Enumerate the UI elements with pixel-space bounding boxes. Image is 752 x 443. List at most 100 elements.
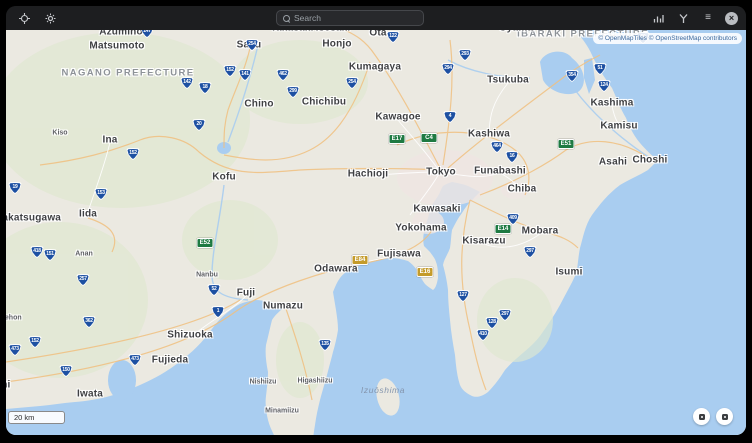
town-label: Kiso (52, 130, 67, 137)
city-label: Nakatsugawa (6, 213, 61, 224)
route-shield: 4 (444, 111, 457, 123)
route-shield: 410 (477, 329, 490, 341)
screen-background: ≡ × (0, 0, 752, 443)
prefecture-label: NAGANO PREFECTURE (61, 68, 194, 79)
search-input[interactable] (294, 13, 417, 23)
route-shield: 297 (524, 246, 537, 258)
scale-label: 20 km (14, 413, 34, 422)
route-shield: 1 (212, 306, 225, 318)
city-label: Kashima (590, 98, 633, 109)
city-label: Ota (369, 30, 386, 39)
route-shield: 124 (598, 80, 611, 92)
route-shield: 294 (442, 63, 455, 75)
city-label: Kashiwa (468, 129, 510, 140)
route-shield: 257 (77, 274, 90, 286)
expressway-shield: E52 (197, 238, 214, 248)
titlebar: ≡ × (6, 6, 746, 30)
route-shield: 122 (387, 31, 400, 43)
city-label: Funabashi (474, 166, 526, 177)
route-shield: 16 (506, 151, 519, 163)
city-label: Tokyo (426, 167, 456, 178)
route-shield: 127 (457, 290, 470, 302)
city-label: Matsumoto (89, 41, 144, 52)
town-label: Nanbu (196, 272, 218, 279)
town-label: Minamiizu (265, 408, 299, 415)
city-label: Kawasaki (413, 204, 460, 215)
titlebar-right-controls: ≡ × (650, 6, 738, 30)
titlebar-left-controls (16, 6, 58, 30)
stats-icon[interactable] (650, 10, 666, 26)
city-label: Isesaki (316, 30, 351, 34)
city-label: Iwata (77, 389, 103, 400)
route-shield: 151 (44, 249, 57, 261)
route-shield: 19 (9, 182, 22, 194)
city-label: Yokohama (395, 223, 446, 234)
square-icon (722, 414, 728, 420)
expressway-shield: C4 (421, 133, 438, 143)
route-shield: 152 (29, 336, 42, 348)
expressway-shield: E84 (352, 255, 369, 265)
route-shield: 293 (459, 49, 472, 61)
route-shield: 464 (491, 141, 504, 153)
map-control-left-button[interactable] (693, 408, 710, 425)
route-shield: 297 (499, 309, 512, 321)
route-shield: 299 (287, 86, 300, 98)
city-label: Chichibu (302, 97, 346, 108)
square-icon (699, 414, 705, 420)
map-control-right-button[interactable] (716, 408, 733, 425)
city-label: Odawara (314, 264, 358, 275)
city-label: Iida (79, 209, 97, 220)
city-label: Kawagoe (375, 112, 420, 123)
island-label: Izuōshima (361, 385, 405, 395)
route-shield: 362 (83, 316, 96, 328)
menu-icon[interactable]: ≡ (700, 10, 716, 26)
map-canvas[interactable]: NAGANO PREFECTUREIBARAKI PREFECTUREAzumi… (6, 30, 746, 435)
expressway-shield: E17 (389, 134, 406, 144)
expressway-shield: E16 (417, 267, 434, 277)
city-label: Azumino (99, 30, 143, 38)
city-label: Mobara (522, 226, 559, 237)
city-label: Fujisawa (377, 249, 421, 260)
city-label: Fujieda (152, 355, 188, 366)
route-icon[interactable] (675, 10, 691, 26)
settings-icon[interactable] (42, 10, 58, 26)
city-label: Honjo (322, 39, 351, 50)
city-label: Shizuoka (167, 330, 213, 341)
scale-bar: 20 km (8, 411, 65, 424)
route-shield: 18 (199, 82, 212, 94)
route-shield: 52 (208, 284, 221, 296)
route-shield: 135 (319, 339, 332, 351)
route-shield: 254 (346, 77, 359, 89)
town-label: Kawanehon (6, 315, 22, 322)
map-attribution: © OpenMapTiles © OpenStreetMap contribut… (593, 33, 742, 44)
route-shield: 20 (193, 119, 206, 131)
city-label: Kofu (212, 172, 236, 183)
city-label: Tsukuba (487, 75, 529, 86)
locate-icon[interactable] (16, 10, 32, 26)
route-shield: 152 (127, 148, 140, 160)
city-label: Oyama (499, 30, 533, 34)
route-shield: 153 (95, 188, 108, 200)
city-label: Ina (102, 135, 117, 146)
town-label: Higashiizu (297, 378, 332, 385)
search-box[interactable] (276, 10, 424, 26)
expressway-shield: E14 (495, 224, 512, 234)
route-shield: 142 (181, 77, 194, 89)
city-label: Kamisu (600, 121, 637, 132)
route-shield: 51 (594, 63, 607, 75)
city-label: Asahi (599, 157, 627, 168)
city-label: Takasaki (270, 30, 313, 34)
close-icon[interactable]: × (725, 12, 738, 25)
search-icon (283, 15, 290, 22)
map-overlays: NAGANO PREFECTUREIBARAKI PREFECTUREAzumi… (6, 30, 746, 435)
route-shield: 128 (486, 317, 499, 329)
town-label: Anan (75, 251, 93, 258)
route-shield: 354 (566, 70, 579, 82)
city-label: Choshi (632, 155, 667, 166)
city-label: Kisarazu (462, 236, 505, 247)
expressway-shield: E51 (558, 139, 575, 149)
town-label: Nishiizu (250, 379, 277, 386)
route-shield: 150 (60, 365, 73, 377)
city-label: Chino (244, 99, 273, 110)
app-window: ≡ × (6, 6, 746, 435)
